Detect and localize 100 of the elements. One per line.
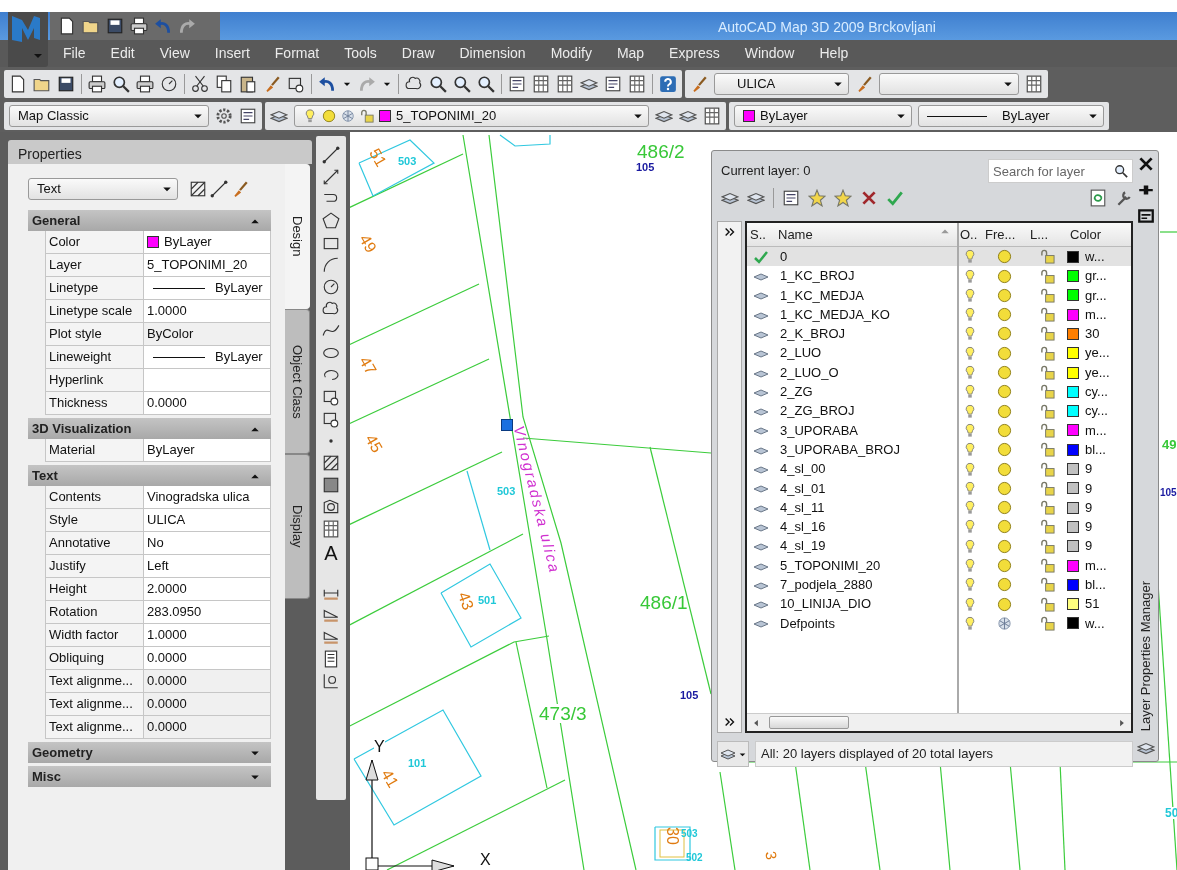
snowflake-icon[interactable]: [997, 615, 1012, 631]
object-type-dropdown[interactable]: Text: [28, 178, 178, 200]
region-icon[interactable]: [322, 498, 340, 516]
sun-icon[interactable]: [997, 480, 1012, 496]
sun-icon[interactable]: [997, 249, 1012, 265]
layer-row[interactable]: 1_KC_MEDJA_KO m...: [747, 304, 1131, 325]
layer-row[interactable]: 5_TOPONIMI_20 m...: [747, 555, 1131, 576]
sun-icon[interactable]: [997, 538, 1012, 554]
layer-row[interactable]: 0 w...: [747, 247, 1131, 267]
lock-icon[interactable]: [1039, 538, 1055, 554]
lock-icon[interactable]: [1039, 422, 1055, 438]
copy-icon[interactable]: [215, 74, 233, 93]
arc-icon[interactable]: [322, 256, 340, 274]
bulb-icon[interactable]: [962, 442, 977, 458]
menu-item[interactable]: Draw: [388, 43, 447, 64]
layer-row[interactable]: 1_KC_BROJ gr...: [747, 266, 1131, 286]
bulb-icon[interactable]: [962, 307, 977, 323]
bulb-icon[interactable]: [962, 558, 977, 573]
zoom-icon[interactable]: [429, 74, 447, 93]
sun-icon[interactable]: [997, 461, 1012, 477]
layer-filter-button[interactable]: [717, 741, 749, 767]
markup-icon[interactable]: [604, 74, 622, 93]
new-file-icon[interactable]: [58, 17, 76, 35]
layer-row[interactable]: 1_KC_MEDJA gr...: [747, 285, 1131, 305]
lock-icon[interactable]: [1039, 615, 1055, 631]
bulb-icon[interactable]: [962, 249, 977, 265]
layer-row[interactable]: 4_sl_19 9: [747, 536, 1131, 556]
sun-icon[interactable]: [997, 307, 1012, 323]
sun-icon[interactable]: [997, 268, 1012, 284]
lock-icon[interactable]: [1039, 365, 1055, 381]
layer-row[interactable]: 2_LUO_O ye...: [747, 362, 1131, 383]
property-value[interactable]: ByLayer: [144, 277, 271, 300]
zoom-previous-icon[interactable]: [477, 74, 495, 93]
lock-icon[interactable]: [1039, 519, 1055, 535]
layer-states-icon[interactable]: [782, 189, 800, 207]
property-value[interactable]: 1.0000: [144, 624, 271, 647]
bulb-icon[interactable]: [962, 615, 977, 631]
print-icon[interactable]: [130, 17, 148, 35]
select-objects-icon[interactable]: [209, 180, 228, 198]
text-style-dropdown[interactable]: ULICA: [714, 72, 849, 95]
block-icon[interactable]: [322, 410, 340, 428]
table-icon[interactable]: [322, 520, 340, 538]
menu-item[interactable]: Express: [656, 43, 732, 64]
layer-row[interactable]: Defpoints w...: [747, 613, 1131, 633]
circle-icon[interactable]: [322, 278, 340, 296]
layer-row[interactable]: 2_ZG_BROJ cy...: [747, 401, 1131, 421]
menu-item[interactable]: Map: [603, 43, 657, 64]
sun-icon[interactable]: [997, 577, 1012, 593]
grip-icon[interactable]: [501, 419, 513, 431]
bulb-icon[interactable]: [962, 326, 977, 342]
property-value[interactable]: 2.0000: [144, 578, 271, 601]
lock-icon[interactable]: [1039, 480, 1055, 496]
bulb-icon[interactable]: [962, 403, 977, 419]
layer-row[interactable]: 7_podjela_2880 bl...: [747, 575, 1131, 595]
sun-icon[interactable]: [997, 442, 1012, 458]
delete-layer-icon[interactable]: [860, 189, 878, 207]
layer-row[interactable]: 4_sl_11 9: [747, 497, 1131, 518]
section-header[interactable]: General: [28, 210, 271, 231]
table-style-icon[interactable]: [1025, 74, 1043, 93]
column-header[interactable]: Name: [775, 224, 957, 245]
lock-icon[interactable]: [1039, 249, 1055, 265]
layer-row[interactable]: 4_sl_00 9: [747, 459, 1131, 479]
bulb-icon[interactable]: [962, 577, 977, 593]
lock-icon[interactable]: [1039, 307, 1055, 323]
dimension-style-dropdown[interactable]: [879, 72, 1019, 95]
layer-row[interactable]: 10_LINIJA_DIO 51: [747, 594, 1131, 614]
new-frozen-layer-icon[interactable]: [834, 189, 852, 207]
layer-row[interactable]: 2_K_BROJ 30: [747, 324, 1131, 344]
sun-icon[interactable]: [997, 384, 1012, 400]
layer-row[interactable]: 3_UPORABA_BROJ bl...: [747, 439, 1131, 460]
save-icon[interactable]: [57, 74, 75, 93]
palette-tab[interactable]: Design: [285, 164, 310, 309]
sun-icon[interactable]: [997, 345, 1012, 361]
linetype-dropdown[interactable]: ByLayer: [918, 105, 1104, 127]
lock-icon[interactable]: [1039, 403, 1055, 419]
redo-icon[interactable]: [178, 17, 196, 35]
property-value[interactable]: 1.0000: [144, 300, 271, 323]
sun-icon[interactable]: [997, 596, 1012, 612]
layer-dropdown[interactable]: 5_TOPONIMI_20: [294, 105, 649, 127]
bulb-icon[interactable]: [962, 422, 977, 438]
menu-item[interactable]: Help: [806, 43, 861, 64]
menu-item[interactable]: Tools: [331, 43, 389, 64]
horizontal-scrollbar[interactable]: [747, 713, 1131, 731]
property-value[interactable]: 5_TOPONIMI_20: [144, 254, 271, 277]
sun-icon[interactable]: [997, 519, 1012, 535]
lock-icon[interactable]: [1039, 268, 1055, 284]
block-icon[interactable]: [322, 388, 340, 406]
polygon-icon[interactable]: [322, 212, 340, 230]
sun-icon[interactable]: [997, 500, 1012, 516]
property-value[interactable]: 0.0000: [144, 647, 271, 670]
column-header[interactable]: S..: [747, 224, 775, 245]
column-header[interactable]: L...: [1027, 224, 1067, 245]
menu-item[interactable]: File: [50, 43, 98, 64]
color-dropdown[interactable]: ByLayer: [734, 105, 912, 127]
bulb-icon[interactable]: [962, 480, 977, 496]
lock-icon[interactable]: [1039, 577, 1055, 593]
menu-item[interactable]: Insert: [201, 43, 262, 64]
new-layer-icon[interactable]: [808, 189, 826, 207]
section-header[interactable]: Misc: [28, 766, 271, 787]
bulb-icon[interactable]: [962, 500, 977, 516]
